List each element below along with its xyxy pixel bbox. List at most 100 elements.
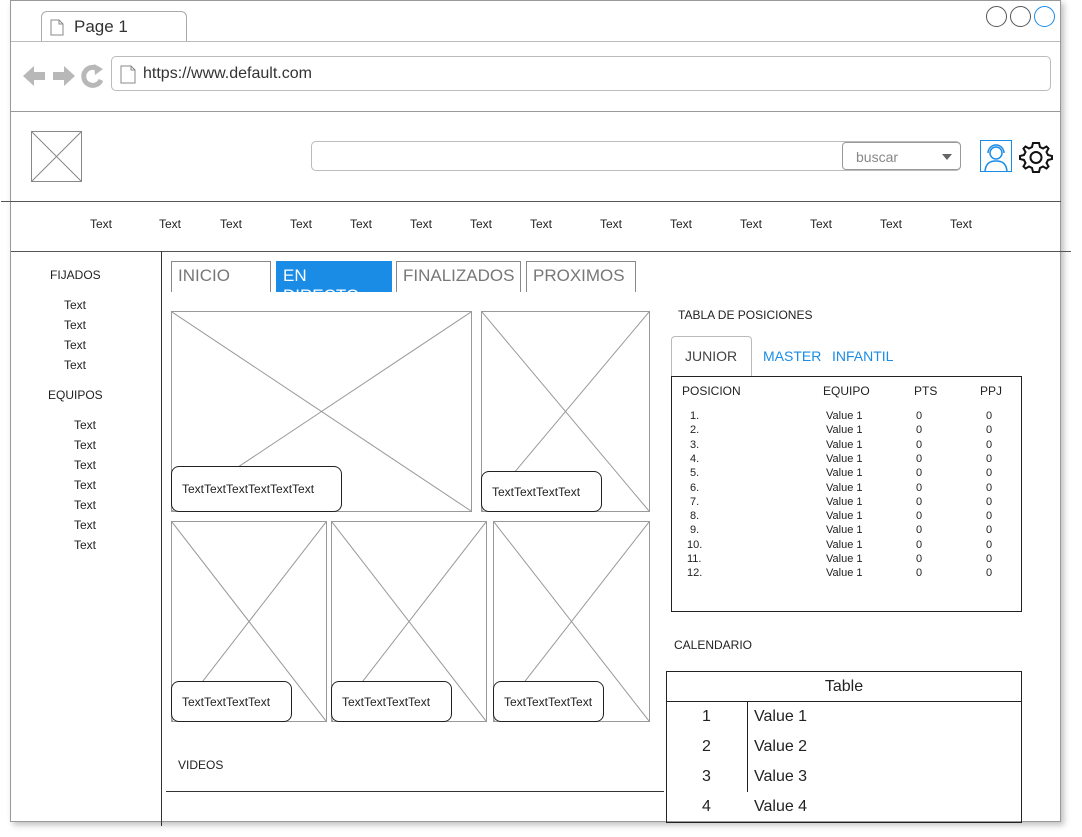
standings-cell: 0 [986,538,993,551]
standings-cell: 5. [690,467,700,480]
close-button[interactable] [1034,6,1055,27]
maximize-button[interactable] [1010,6,1031,27]
menu-item[interactable]: Text [90,217,112,231]
media-caption[interactable]: TextTextTextText [331,681,452,722]
standings-cell: 0 [986,524,993,537]
forward-arrow-icon[interactable] [53,66,75,86]
calendar-cell: Value 3 [754,768,808,785]
address-bar[interactable]: https://www.default.com [111,56,1051,91]
menu-item[interactable]: Text [530,217,552,231]
standings-cell: 0 [916,424,923,437]
menu-item[interactable]: Text [220,217,242,231]
user-icon[interactable] [980,140,1012,172]
menu-item[interactable]: Text [880,217,902,231]
standings-cell: 0 [986,452,993,465]
sidebar-item[interactable]: Text [64,338,86,352]
image-placeholder-icon [31,131,82,182]
tab-proximos[interactable]: PROXIMOS [526,261,636,292]
calendar-cell: Value 4 [754,798,808,815]
tab-en-directo[interactable]: EN DIRECTO [276,261,392,305]
sidebar-item[interactable]: Text [64,298,86,312]
standings-cell: 0 [916,481,923,494]
menu-item[interactable]: Text [950,217,972,231]
standings-cell: 0 [986,467,993,480]
sidebar-item[interactable]: Text [64,318,86,332]
search-dropdown-label: buscar [856,149,899,165]
reload-icon[interactable] [81,64,103,88]
search-dropdown[interactable]: buscar [842,142,961,170]
search-bar: buscar [311,141,961,171]
calendar-cell: 4 [702,798,711,815]
search-input[interactable] [316,145,836,167]
standings-cell: Value 1 [826,495,863,508]
standings-cell: 0 [916,567,923,580]
sidebar-item[interactable]: Text [74,538,96,552]
sidebar-item[interactable]: Text [74,418,96,432]
standings-cell: Value 1 [826,524,863,537]
sidebar-item[interactable]: Text [74,478,96,492]
minimize-button[interactable] [986,6,1007,27]
logo-placeholder [31,131,82,182]
menu-divider [11,251,1071,252]
media-caption[interactable]: TextTextTextText [493,681,604,722]
gear-icon[interactable] [1019,140,1053,174]
sidebar-item[interactable]: Text [74,498,96,512]
standings-cell: Value 1 [826,438,863,451]
calendar-cell: Value 2 [754,738,808,755]
chevron-down-icon [942,154,952,160]
media-caption[interactable]: TextTextTextText [481,471,602,512]
url-text: https://www.default.com [143,65,312,82]
column-header-pts: PTS [914,384,938,398]
menu-item[interactable]: Text [350,217,372,231]
standings-cell: 0 [986,481,993,494]
menu-item[interactable]: Text [290,217,312,231]
menu-item[interactable]: Text [410,217,432,231]
column-header-posicion: POSICION [682,384,741,398]
tab-master[interactable]: MASTER [763,348,821,364]
sidebar-item[interactable]: Text [74,518,96,532]
standings-cell: Value 1 [826,481,863,494]
menu-item[interactable]: Text [470,217,492,231]
calendar-cell: 2 [702,738,711,755]
tab-inicio[interactable]: INICIO [171,261,271,292]
sidebar-item[interactable]: Text [74,458,96,472]
standings-cell: 0 [916,510,923,523]
media-caption[interactable]: TextTextTextTextTextText [171,466,342,512]
standings-cell: Value 1 [826,410,863,422]
standings-cell: Value 1 [826,553,863,565]
standings-cell: 10. [687,538,703,551]
equipos-heading: EQUIPOS [48,388,103,402]
sidebar-divider [161,251,162,826]
browser-tab[interactable]: Page 1 [41,11,187,42]
menu-item[interactable]: Text [600,217,622,231]
sidebar-item[interactable]: Text [64,358,86,372]
standings-cell: 0 [986,567,993,580]
standings-cell: 8. [690,510,700,523]
toolbar-divider [11,111,1060,112]
standings-cell: 0 [986,495,993,508]
tab-title: Page 1 [74,17,128,36]
standings-cell: 0 [916,452,923,465]
menu-item[interactable]: Text [159,217,181,231]
standings-cell: 9. [690,524,700,537]
tab-infantil[interactable]: INFANTIL [832,348,893,364]
menu-item[interactable]: Text [740,217,762,231]
menu-item[interactable]: Text [670,217,692,231]
standings-cell: 0 [916,495,923,508]
menu-item[interactable]: Text [810,217,832,231]
standings-cell: 0 [986,510,993,523]
sidebar-item[interactable]: Text [74,438,96,452]
header-divider [1,201,1061,202]
standings-cell: 1. [690,410,700,422]
calendar-table-title: Table [667,672,1021,702]
standings-cell: 12. [687,567,703,580]
videos-heading: VIDEOS [178,758,224,772]
tab-finalizados[interactable]: FINALIZADOS [396,261,521,292]
fijados-heading: FIJADOS [50,268,101,282]
media-caption[interactable]: TextTextTextText [171,681,292,722]
tab-junior[interactable]: JUNIOR [671,336,752,377]
tab-divider [11,41,1060,42]
standings-cell: 7. [690,495,700,508]
standings-table: POSICION EQUIPO PTS PPJ 1. Value 1 0 0 2. Val… [671,376,1022,612]
back-arrow-icon[interactable] [23,66,45,86]
